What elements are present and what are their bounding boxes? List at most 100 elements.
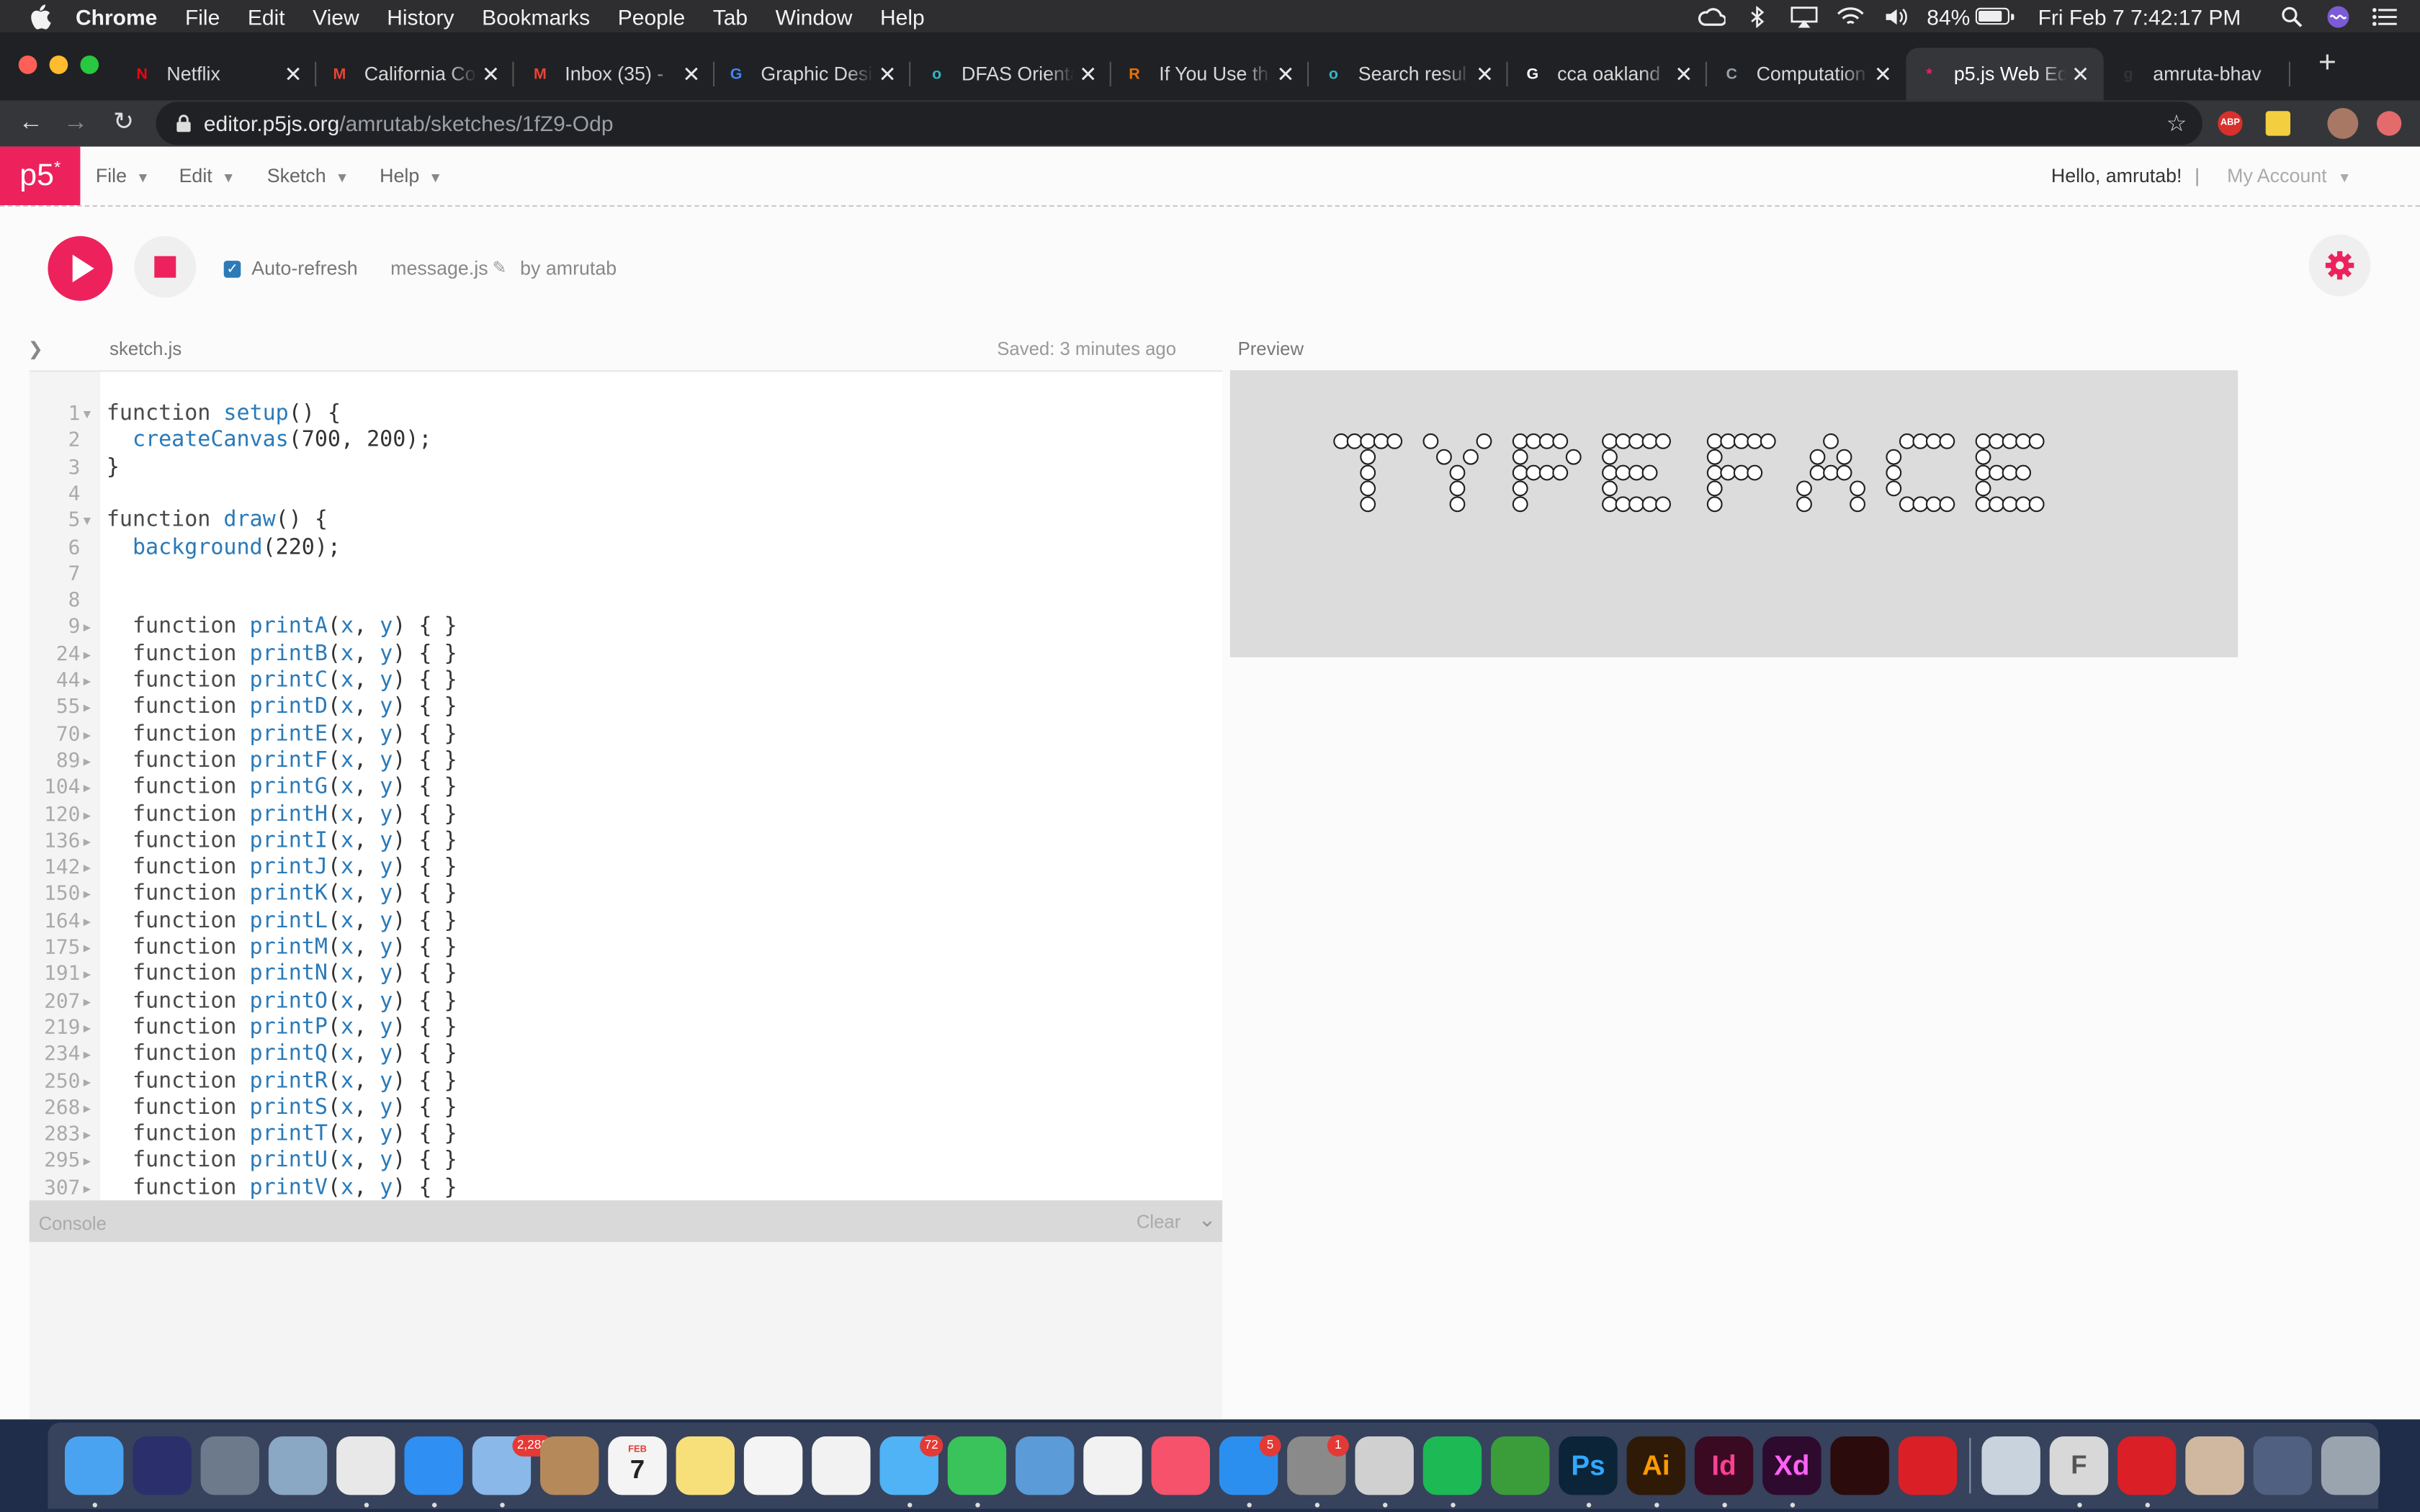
code-line[interactable]: 7 — [30, 562, 1222, 588]
my-account-menu[interactable]: My Account ▼ — [2227, 165, 2352, 186]
browser-tab-9[interactable]: C Computation ✕ — [1708, 48, 1906, 100]
fold-closed-icon[interactable]: ▶ — [84, 775, 91, 801]
auto-refresh-label[interactable]: Auto-refresh — [251, 258, 357, 279]
creative-cloud-icon[interactable] — [1898, 1436, 1958, 1495]
code-line[interactable]: 234 ▶ function printQ(x, y) {} — [30, 1042, 1222, 1068]
launchpad-icon[interactable] — [200, 1436, 259, 1495]
code-line[interactable]: 250 ▶ function printR(x, y) {} — [30, 1068, 1222, 1094]
menubar-clock[interactable]: Fri Feb 7 7:42:17 PM — [2038, 4, 2241, 28]
airplay-icon[interactable] — [1791, 6, 1819, 27]
cyberduck-icon[interactable] — [1355, 1436, 1414, 1495]
expand-sidebar-icon[interactable]: ❯ — [28, 338, 44, 359]
close-tab-icon[interactable]: ✕ — [279, 61, 308, 87]
notification-center-icon[interactable] — [2370, 6, 2398, 27]
browser-tab-3[interactable]: M Inbox (35) - ✕ — [517, 48, 715, 100]
code-line[interactable]: 120 ▶ function printH(x, y) {} — [30, 801, 1222, 827]
code-line[interactable]: 268 ▶ function printS(x, y) {} — [30, 1095, 1222, 1121]
fold-closed-icon[interactable]: ▶ — [84, 1015, 91, 1041]
fold-closed-icon[interactable]: ▶ — [84, 935, 91, 961]
browser-tab-2[interactable]: M California Co ✕ — [316, 48, 514, 100]
fold-closed-icon[interactable]: ▶ — [84, 989, 91, 1014]
code-line[interactable]: 8 — [30, 588, 1222, 614]
indesign-icon[interactable]: Id — [1694, 1436, 1754, 1495]
close-tab-icon[interactable]: ✕ — [1272, 61, 1300, 87]
menu-view[interactable]: View — [313, 4, 359, 28]
close-tab-icon[interactable]: ✕ — [2066, 61, 2094, 87]
settings-button[interactable] — [2308, 234, 2371, 297]
safari-icon[interactable] — [404, 1436, 463, 1495]
code-line[interactable]: 5 ▼ function draw() { — [30, 508, 1222, 534]
stop-button[interactable] — [134, 235, 197, 298]
p5-menu-help[interactable]: Help ▼ — [380, 165, 442, 186]
reload-icon[interactable]: ↻ — [107, 107, 140, 140]
contacts-icon[interactable] — [540, 1436, 599, 1495]
menu-file[interactable]: File — [185, 4, 220, 28]
code-line[interactable]: 55 ▶ function printD(x, y) {} — [30, 695, 1222, 721]
xcode-preview-icon[interactable] — [1981, 1436, 2040, 1495]
fold-closed-icon[interactable]: ▶ — [84, 962, 91, 988]
code-line[interactable]: 175 ▶ function printM(x, y) {} — [30, 935, 1222, 961]
maximize-window-button[interactable] — [80, 55, 99, 74]
siri-menubar-icon[interactable] — [2324, 5, 2352, 27]
menu-bookmarks[interactable]: Bookmarks — [482, 4, 590, 28]
fold-closed-icon[interactable]: ▶ — [84, 1042, 91, 1068]
news-icon[interactable] — [1083, 1436, 1142, 1495]
code-line[interactable]: 104 ▶ function printG(x, y) {} — [30, 775, 1222, 801]
menu-app-name[interactable]: Chrome — [76, 4, 157, 28]
photoshop-icon[interactable]: Ps — [1559, 1436, 1618, 1495]
browser-tab-4[interactable]: G Graphic Desi ✕ — [713, 48, 911, 100]
keynote-icon[interactable] — [1016, 1436, 1075, 1495]
bluetooth-icon[interactable] — [1744, 5, 1773, 27]
code-line[interactable]: 142 ▶ function printJ(x, y) {} — [30, 855, 1222, 881]
apple-icon[interactable] — [30, 4, 51, 29]
sketch-name[interactable]: message.js — [390, 258, 488, 279]
console-clear-button[interactable]: Clear — [1137, 1211, 1180, 1233]
browser-tab-6[interactable]: R If You Use th ✕ — [1111, 48, 1309, 100]
back-arrow-icon[interactable]: ← — [14, 107, 48, 140]
menu-help[interactable]: Help — [880, 4, 925, 28]
new-tab-button[interactable]: + — [2312, 48, 2343, 78]
fold-closed-icon[interactable]: ▶ — [84, 695, 91, 721]
creative-cloud-status-icon[interactable] — [1698, 6, 1726, 27]
bookmark-star-icon[interactable]: ☆ — [2166, 109, 2187, 137]
close-window-button[interactable] — [18, 55, 37, 74]
preview-app-icon[interactable] — [268, 1436, 328, 1495]
music-icon[interactable] — [1151, 1436, 1210, 1495]
code-line[interactable]: 207 ▶ function printO(x, y) {} — [30, 989, 1222, 1014]
fold-open-icon[interactable]: ▼ — [84, 401, 91, 427]
code-line[interactable]: 24 ▶ function printB(x, y) {} — [30, 642, 1222, 667]
notes-extension-icon[interactable] — [2265, 111, 2290, 136]
p5-menu-sketch[interactable]: Sketch ▼ — [267, 165, 349, 186]
chrome-icon[interactable] — [336, 1436, 395, 1495]
code-line[interactable]: 44 ▶ function printC(x, y) {} — [30, 668, 1222, 694]
code-line[interactable]: 6 background(220); — [30, 535, 1222, 561]
code-line[interactable]: 219 ▶ function printP(x, y) {} — [30, 1015, 1222, 1041]
spotify-icon[interactable] — [1422, 1436, 1482, 1495]
fold-closed-icon[interactable]: ▶ — [84, 1068, 91, 1094]
fold-closed-icon[interactable]: ▶ — [84, 855, 91, 881]
siri-icon[interactable] — [133, 1436, 192, 1495]
fold-closed-icon[interactable]: ▶ — [84, 748, 91, 774]
fold-closed-icon[interactable]: ▶ — [84, 668, 91, 694]
code-line[interactable]: 3} — [30, 454, 1222, 480]
forward-arrow-icon[interactable]: → — [58, 107, 92, 140]
profile-avatar-icon[interactable] — [2327, 108, 2359, 139]
menu-history[interactable]: History — [387, 4, 454, 28]
fold-closed-icon[interactable]: ▶ — [84, 1122, 91, 1148]
notes-icon[interactable] — [676, 1436, 735, 1495]
menu-window[interactable]: Window — [776, 4, 853, 28]
calendar-icon[interactable]: FEB 7 — [608, 1436, 667, 1495]
finder-icon[interactable] — [65, 1436, 124, 1495]
console-header[interactable]: Console Clear ⌄ — [29, 1200, 1223, 1242]
font-book-icon[interactable]: F — [2049, 1436, 2109, 1495]
sketch-preview-canvas[interactable] — [1229, 370, 2238, 657]
photo-stack-icon[interactable] — [2185, 1436, 2244, 1495]
code-line[interactable]: 4 — [30, 481, 1222, 507]
p5-menu-edit[interactable]: Edit ▼ — [179, 165, 236, 186]
reminders-icon[interactable] — [743, 1436, 803, 1495]
close-tab-icon[interactable]: ✕ — [477, 61, 505, 87]
fold-open-icon[interactable]: ▼ — [84, 508, 91, 534]
close-tab-icon[interactable]: ✕ — [1869, 61, 1897, 87]
fold-closed-icon[interactable]: ▶ — [84, 828, 91, 854]
fold-closed-icon[interactable]: ▶ — [84, 908, 91, 934]
